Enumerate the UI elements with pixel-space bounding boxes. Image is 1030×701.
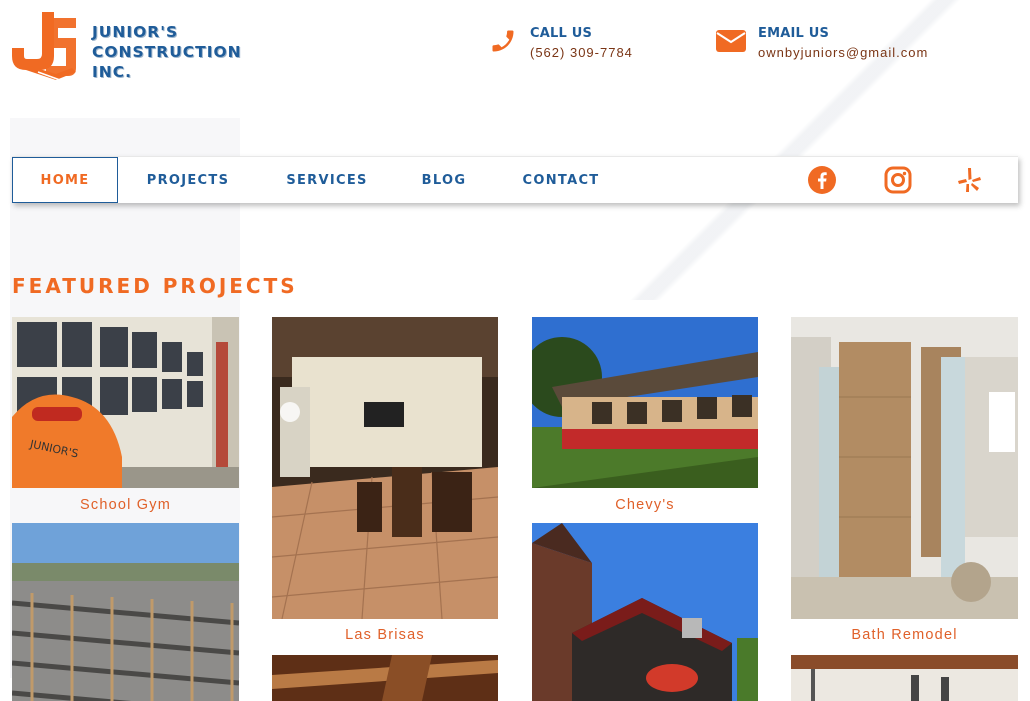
email-us-block: EMAIL US ownbyjuniors@gmail.com — [716, 26, 928, 60]
project-caption: Las Brisas — [345, 627, 425, 643]
nav-contact[interactable]: CONTACT — [512, 157, 610, 203]
nav-projects[interactable]: PROJECTS — [132, 157, 244, 203]
project-card-las-brisas[interactable]: Las Brisas — [272, 317, 498, 647]
project-card-bath-remodel[interactable]: Bath Remodel — [791, 317, 1018, 647]
company-name[interactable]: JUNIOR'S CONSTRUCTION INC. — [92, 22, 242, 82]
main-navigation: HOME PROJECTS SERVICES BLOG CONTACT — [12, 156, 1018, 203]
project-photo-chevys — [532, 317, 758, 488]
facebook-icon[interactable] — [806, 164, 838, 196]
project-photo-interior — [791, 655, 1018, 701]
project-card-interior[interactable] — [791, 655, 1018, 701]
project-card-beams[interactable] — [272, 655, 498, 701]
nav-blog[interactable]: BLOG — [412, 157, 476, 203]
project-photo-roof — [12, 523, 239, 701]
company-name-line1: JUNIOR'S — [92, 23, 179, 41]
project-photo-las-brisas — [272, 317, 498, 619]
featured-projects-heading: FEATURED PROJECTS — [12, 274, 298, 298]
call-us-block: CALL US (562) 309-7784 — [488, 26, 633, 60]
project-photo-restaurant — [532, 523, 758, 701]
nav-home[interactable]: HOME — [12, 157, 118, 203]
call-us-title: CALL US — [530, 26, 593, 41]
email-us-title: EMAIL US — [758, 26, 830, 41]
phone-icon — [488, 26, 518, 56]
project-card-restaurant[interactable] — [532, 523, 758, 701]
email-address-link[interactable]: ownbyjuniors@gmail.com — [758, 45, 928, 60]
company-name-line2: CONSTRUCTION — [92, 43, 242, 61]
project-caption: Bath Remodel — [851, 627, 958, 643]
project-photo-bath-remodel — [791, 317, 1018, 619]
project-card-roof[interactable] — [12, 523, 239, 701]
project-photo-school-gym: JUNIOR'S — [12, 317, 239, 488]
project-caption: School Gym — [80, 497, 171, 513]
phone-number-link[interactable]: (562) 309-7784 — [530, 45, 633, 60]
envelope-icon — [716, 26, 746, 56]
project-photo-beams — [272, 655, 498, 701]
company-name-line3: INC. — [92, 63, 133, 81]
instagram-icon[interactable] — [882, 164, 914, 196]
project-card-chevys[interactable]: Chevy's — [532, 317, 758, 517]
nav-services[interactable]: SERVICES — [272, 157, 382, 203]
project-caption: Chevy's — [615, 497, 675, 513]
project-card-school-gym[interactable]: JUNIOR'S School Gym — [12, 317, 239, 517]
company-logo[interactable] — [12, 12, 78, 84]
yelp-icon[interactable] — [954, 164, 986, 196]
